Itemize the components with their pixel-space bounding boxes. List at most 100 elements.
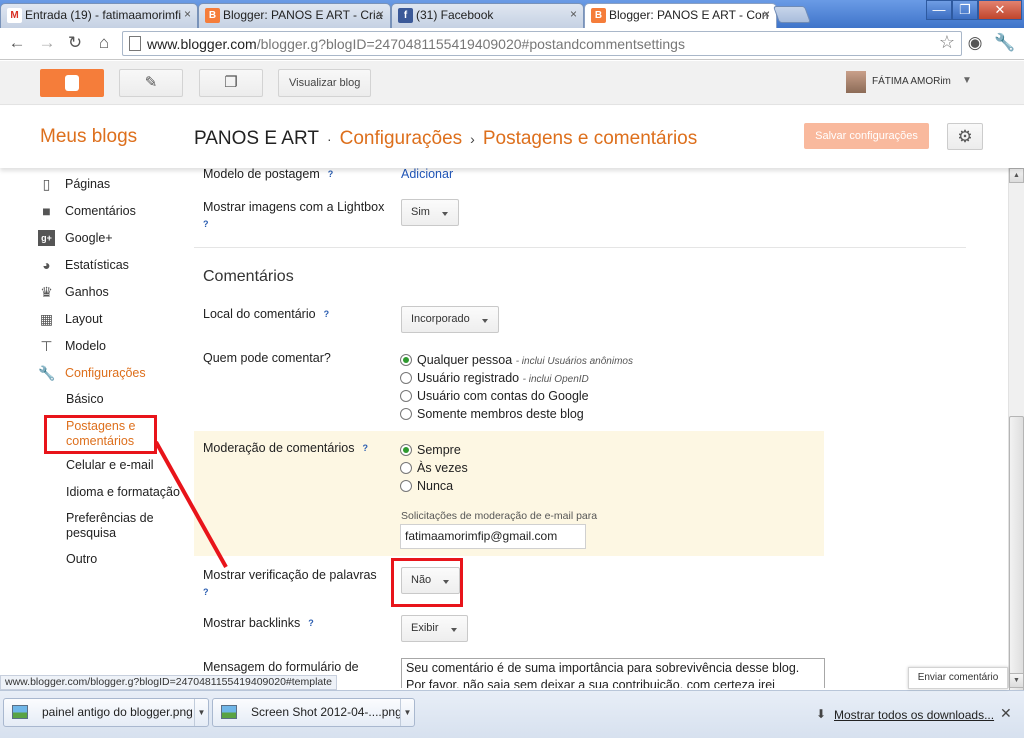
radio-button[interactable] (400, 354, 412, 366)
scroll-up-icon[interactable]: ▲ (1009, 168, 1024, 183)
avatar[interactable] (846, 71, 866, 93)
tab-blogger-create[interactable]: B Blogger: PANOS E ART - Criar × (198, 3, 391, 28)
save-settings-button[interactable]: Salvar configurações (804, 123, 929, 149)
help-icon[interactable]: ? (203, 217, 393, 232)
sidebar-sub-other[interactable]: Outro (66, 552, 97, 567)
close-icon[interactable]: × (377, 7, 384, 21)
page-title: Postagens e comentários (482, 128, 698, 149)
lightbox-label: Mostrar imagens com a Lightbox? (203, 200, 393, 232)
sidebar-item-template[interactable]: ⊤ Modelo (38, 336, 106, 356)
radio-members-only[interactable]: Somente membros deste blog (400, 406, 584, 422)
posts-list-icon[interactable]: ❐ (199, 69, 263, 97)
back-icon[interactable]: ← (6, 32, 28, 54)
help-icon[interactable]: ? (328, 168, 334, 182)
radio-sometimes[interactable]: Às vezes (400, 460, 468, 476)
sidebar-item-google-plus[interactable]: g+ Google+ (38, 228, 113, 248)
sidebar-item-layout[interactable]: ▦ Layout (38, 309, 103, 329)
view-blog-button[interactable]: Visualizar blog (278, 69, 372, 97)
address-bar[interactable]: www.blogger.com/blogger.g?blogID=2470481… (122, 31, 962, 56)
blog-name[interactable]: PANOS E ART (194, 128, 319, 149)
browser-toolbar: ← → ↻ ⌂ www.blogger.com/blogger.g?blogID… (0, 28, 1024, 60)
home-icon[interactable]: ⌂ (93, 32, 115, 54)
help-icon[interactable]: ? (308, 616, 314, 631)
sidebar-item-settings[interactable]: 🔧 Configurações (38, 363, 146, 383)
breadcrumb-settings[interactable]: Configurações (340, 128, 463, 149)
layout-icon: ▦ (39, 311, 54, 327)
chevron-down-icon[interactable]: ▼ (194, 699, 208, 726)
forward-icon[interactable]: → (36, 32, 58, 54)
my-blogs-link[interactable]: Meus blogs (40, 126, 137, 148)
radio-button[interactable] (400, 390, 412, 402)
help-icon[interactable]: ? (362, 441, 368, 456)
settings-panel: Modelo de postagem? Adicionar Mostrar im… (194, 168, 1006, 688)
radio-always[interactable]: Sempre (400, 442, 461, 458)
radio-never[interactable]: Nunca (400, 478, 453, 494)
extension-eye-icon[interactable]: ◉ (964, 32, 986, 54)
page-scrollbar[interactable]: ▲ ▼ (1008, 168, 1024, 738)
new-post-pencil-icon[interactable]: ✎ (119, 69, 183, 97)
radio-button[interactable] (400, 444, 412, 456)
sidebar-item-pages[interactable]: ▯ Páginas (38, 174, 111, 194)
tab-gmail[interactable]: M Entrada (19) - fatimaamorimfi × (0, 3, 198, 28)
download-item[interactable]: painel antigo do blogger.png ▼ (3, 698, 209, 727)
backlinks-select[interactable]: Exibir (401, 615, 468, 642)
download-item[interactable]: Screen Shot 2012-04-....png ▼ (212, 698, 415, 727)
close-window-button[interactable]: ✕ (978, 0, 1022, 20)
radio-anyone[interactable]: Qualquer pessoa - inclui Usuários anônim… (400, 352, 633, 370)
breadcrumb-arrow: › (470, 131, 475, 147)
chevron-down-icon[interactable]: ▼ (962, 75, 972, 86)
radio-button[interactable] (400, 462, 412, 474)
section-divider (194, 247, 966, 248)
radio-registered[interactable]: Usuário registrado - inclui OpenID (400, 370, 589, 388)
sidebar-item-comments[interactable]: ■ Comentários (38, 201, 136, 221)
help-icon[interactable]: ? (324, 307, 330, 322)
close-icon[interactable]: × (763, 7, 770, 21)
sidebar-item-stats[interactable]: ◕ Estatísticas (38, 255, 129, 275)
gmail-icon: M (7, 8, 22, 23)
minimize-window-button[interactable]: — (926, 0, 952, 20)
form-message-textarea[interactable]: Seu comentário é de suma importância par… (401, 658, 825, 688)
show-all-downloads-link[interactable]: Mostrar todos os downloads... (834, 708, 994, 722)
radio-button[interactable] (400, 408, 412, 420)
new-tab-button[interactable] (772, 6, 812, 23)
close-icon[interactable]: × (570, 7, 577, 21)
bookmark-star-icon[interactable]: ☆ (939, 32, 955, 53)
blogger-icon: B (591, 8, 606, 23)
wrench-menu-icon[interactable]: 🔧 (994, 32, 1016, 54)
sidebar-sub-mobile-email[interactable]: Celular e e-mail (66, 458, 154, 473)
comment-location-select[interactable]: Incorporado (401, 306, 499, 333)
moderation-email-field[interactable]: fatimaamorimfip@gmail.com (400, 524, 586, 549)
radio-google-accounts[interactable]: Usuário com contas do Google (400, 388, 589, 404)
sidebar-sub-basic[interactable]: Básico (66, 392, 104, 407)
wrench-icon: 🔧 (38, 365, 56, 381)
address-url: www.blogger.com/blogger.g?blogID=2470481… (147, 36, 685, 52)
scroll-down-icon[interactable]: ▼ (1009, 673, 1024, 688)
sidebar-sub-search-prefs[interactable]: Preferências de pesquisa (66, 511, 166, 541)
user-name[interactable]: FÁTIMA AMORim (872, 76, 951, 87)
radio-button[interactable] (400, 480, 412, 492)
close-icon[interactable]: × (184, 7, 191, 21)
add-template-link[interactable]: Adicionar (401, 168, 453, 181)
reload-icon[interactable]: ↻ (64, 32, 86, 54)
moderation-label: Moderação de comentários? (203, 441, 368, 456)
restore-window-button[interactable]: ❐ (952, 0, 978, 20)
chevron-down-icon[interactable]: ▼ (400, 699, 414, 726)
google-plus-icon: g+ (38, 230, 55, 246)
radio-button[interactable] (400, 372, 412, 384)
send-feedback-button[interactable]: Enviar comentário (908, 667, 1008, 689)
lightbox-select[interactable]: Sim (401, 199, 459, 226)
backlinks-label: Mostrar backlinks? (203, 616, 314, 631)
sidebar-item-earnings[interactable]: ♛ Ganhos (38, 282, 109, 302)
downloads-bar: painel antigo do blogger.png ▼ Screen Sho… (0, 690, 1024, 738)
tab-label: Entrada (19) - fatimaamorimfi (25, 8, 182, 22)
comment-icon: ■ (42, 203, 51, 219)
sidebar-sub-language[interactable]: Idioma e formatação (66, 485, 180, 500)
pages-icon: ▯ (42, 176, 51, 192)
help-icon[interactable]: ? (203, 585, 393, 600)
gear-icon[interactable]: ⚙ (947, 123, 983, 150)
close-icon[interactable]: ✕ (1000, 705, 1012, 722)
chevron-down-icon (481, 319, 488, 323)
tab-blogger-settings[interactable]: B Blogger: PANOS E ART - Conf × (584, 3, 777, 28)
blogger-logo-icon[interactable] (40, 69, 104, 97)
tab-facebook[interactable]: f (31) Facebook × (391, 3, 584, 28)
